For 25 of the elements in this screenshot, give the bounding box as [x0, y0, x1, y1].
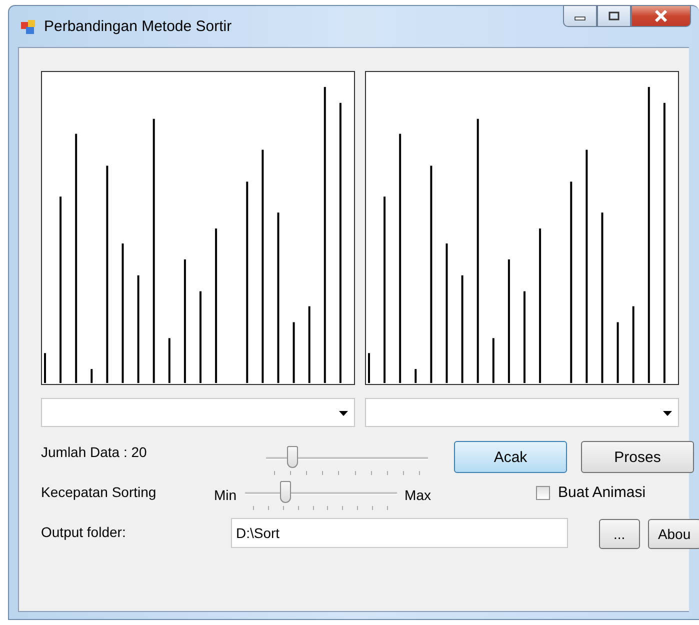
app-icon — [20, 18, 36, 34]
browse-button[interactable]: ... — [599, 519, 640, 549]
maximize-button[interactable] — [597, 5, 631, 27]
folder-path-field[interactable]: D:\Sort — [231, 518, 568, 548]
dropdown[interactable] — [41, 398, 355, 427]
checkbox[interactable] — [536, 486, 550, 500]
speed-label: Kecepatan Sorting — [41, 484, 158, 500]
window-title: Perbandingan Metode Sortir — [44, 18, 232, 35]
caret-icon — [663, 411, 672, 416]
slider-thumb[interactable] — [280, 481, 291, 503]
maximize-icon — [608, 11, 620, 21]
min-label: Min — [214, 487, 237, 503]
close-icon — [654, 10, 668, 22]
close-button[interactable] — [631, 5, 691, 27]
max-label: Max — [404, 487, 431, 503]
shuffle-button[interactable]: Acak — [454, 441, 567, 473]
data-count-label: Jumlah Data : 20 — [41, 444, 148, 460]
about-button[interactable]: Abou — [648, 519, 699, 549]
slider-thumb[interactable] — [287, 446, 298, 468]
checkbox-label: Buat Animasi — [558, 484, 646, 501]
process-button[interactable]: Proses — [581, 441, 694, 473]
minimize-button[interactable] — [563, 5, 597, 27]
output-folder-label: Output folder: — [41, 524, 127, 540]
caret-icon — [339, 411, 348, 416]
dropdown[interactable] — [365, 398, 679, 427]
